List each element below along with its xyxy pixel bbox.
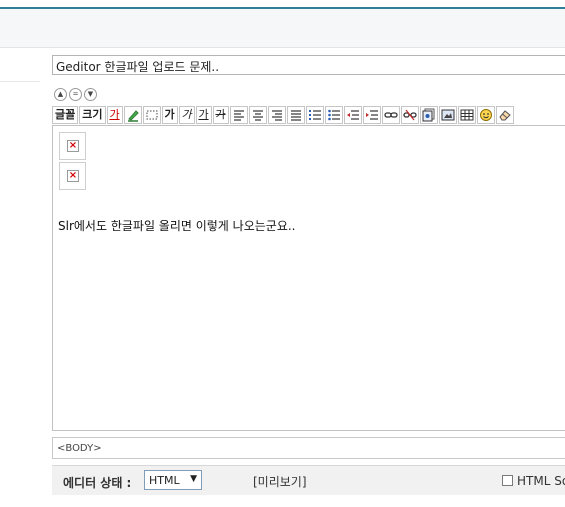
align-left-button[interactable]	[229, 105, 248, 124]
insert-image-button[interactable]	[419, 105, 438, 124]
insert-table-button[interactable]	[457, 105, 476, 124]
bold-glyph: 가	[164, 108, 175, 121]
outdent-icon	[346, 109, 359, 120]
image-icon	[422, 108, 434, 121]
ordered-list-button[interactable]	[305, 105, 324, 124]
media-icon	[441, 109, 454, 120]
editor-status-bar: 에디터 상태 : HTML ▼ [미리보기] HTML So	[52, 465, 565, 495]
insert-link-button[interactable]	[381, 105, 400, 124]
editor-size-controls: ▲ = ▼	[54, 88, 97, 101]
insert-emoticon-button[interactable]	[476, 105, 495, 124]
html-source-checkbox[interactable]	[502, 475, 513, 486]
table-icon	[460, 109, 473, 120]
strikethrough-button[interactable]: 가	[212, 105, 229, 124]
bold-button[interactable]: 가	[161, 105, 178, 124]
align-right-icon	[271, 109, 282, 121]
align-justify-button[interactable]	[286, 105, 305, 124]
editor-mode-label: 에디터 상태 :	[63, 476, 132, 490]
align-right-button[interactable]	[267, 105, 286, 124]
editor-mode-select[interactable]: HTML ▼	[144, 470, 202, 490]
underline-button[interactable]: 가	[195, 105, 212, 124]
grow-height-button[interactable]: ▼	[84, 88, 97, 101]
indent-icon	[365, 109, 378, 120]
reset-height-button[interactable]: =	[69, 88, 82, 101]
editor-body-text: Slr에서도 한글파일 올리면 이렇게 나오는군요..	[58, 219, 296, 233]
text-box-button[interactable]	[142, 105, 161, 124]
smiley-icon	[479, 108, 492, 121]
unordered-list-button[interactable]	[324, 105, 343, 124]
font-family-button[interactable]: 글꼴	[52, 105, 79, 124]
highlighter-pen-icon	[127, 109, 139, 122]
unordered-list-icon	[327, 109, 340, 120]
preview-link[interactable]: [미리보기]	[253, 473, 307, 490]
shrink-height-button[interactable]: ▲	[54, 88, 67, 101]
broken-image[interactable]: ×	[59, 162, 86, 190]
editor-content-area[interactable]: × × Slr에서도 한글파일 올리면 이렇게 나오는군요..	[52, 125, 565, 431]
divider	[0, 81, 40, 82]
italic-button[interactable]: 가	[178, 105, 195, 124]
underline-glyph: 가	[198, 108, 209, 121]
editor-mode-value: HTML	[149, 474, 180, 487]
font-color-button[interactable]: 가	[106, 105, 123, 124]
subject-input[interactable]: Geditor 한글파일 업로드 문제..	[52, 55, 565, 75]
font-size-button[interactable]: 크기	[79, 105, 106, 124]
outdent-button[interactable]	[343, 105, 362, 124]
eraser-icon	[498, 109, 511, 120]
font-color-glyph: 가	[109, 108, 120, 121]
italic-glyph: 가	[181, 108, 192, 121]
align-center-icon	[252, 109, 263, 121]
broken-image[interactable]: ×	[59, 132, 86, 160]
indent-button[interactable]	[362, 105, 381, 124]
link-icon	[383, 111, 398, 118]
align-left-icon	[233, 109, 244, 121]
tag-path-bar: <BODY>	[52, 437, 565, 459]
editor-toolbar: 글꼴 크기 가 가 가 가 가	[52, 105, 515, 124]
chevron-down-icon: ▼	[190, 474, 197, 484]
dotted-box-icon	[146, 110, 157, 119]
html-source-label: HTML So	[517, 474, 565, 488]
ordered-list-icon	[308, 109, 321, 120]
broken-image-icon: ×	[67, 170, 79, 182]
align-justify-icon	[290, 109, 301, 121]
insert-media-button[interactable]	[438, 105, 457, 124]
highlight-button[interactable]	[123, 105, 142, 124]
unlink-icon	[402, 109, 417, 120]
header-band	[0, 9, 565, 48]
remove-link-button[interactable]	[400, 105, 419, 124]
broken-image-icon: ×	[67, 140, 79, 152]
align-center-button[interactable]	[248, 105, 267, 124]
strikethrough-glyph: 가	[215, 108, 226, 121]
clear-format-button[interactable]	[495, 105, 514, 124]
